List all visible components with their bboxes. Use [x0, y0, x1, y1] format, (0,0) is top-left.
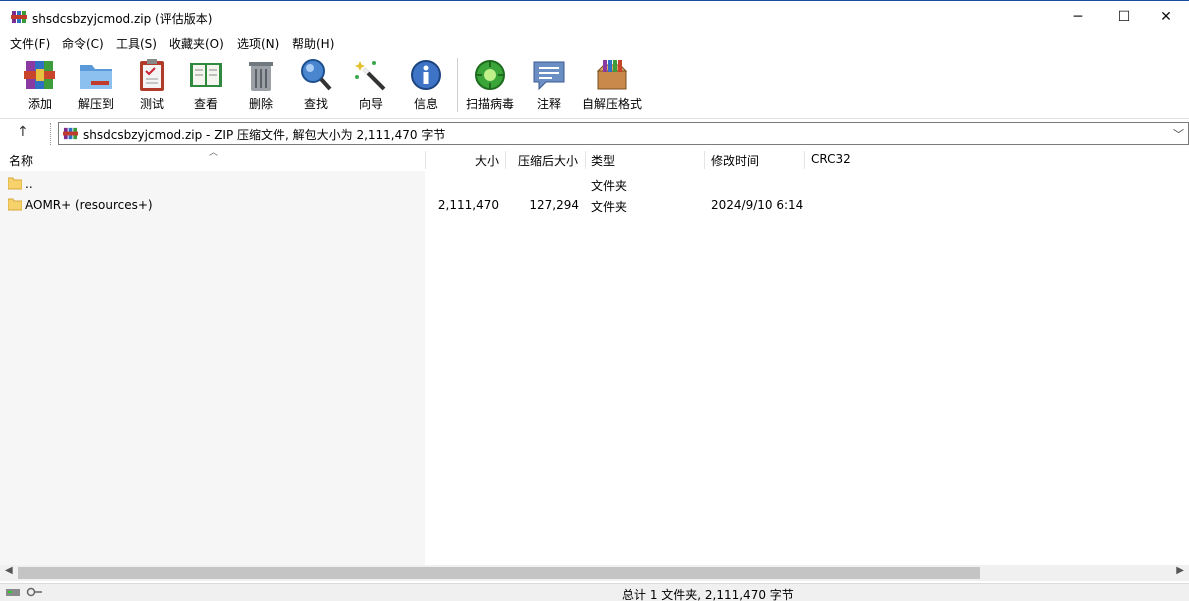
- path-text: shsdcsbzyjcmod.zip - ZIP 压缩文件, 解包大小为 2,1…: [83, 128, 446, 142]
- col-modified[interactable]: 修改时间: [711, 152, 759, 169]
- test-button[interactable]: 测试: [133, 57, 171, 115]
- menu-help[interactable]: 帮助(H): [292, 35, 334, 52]
- comment-icon: [533, 61, 565, 91]
- view-button[interactable]: 查看: [187, 57, 225, 115]
- menu-options[interactable]: 选项(N): [237, 35, 279, 52]
- sfx-button[interactable]: 自解压格式: [582, 57, 642, 115]
- winrar-app-icon: [11, 11, 27, 23]
- toolbar: 添加 解压到 测试 查看 删除 查找 向导 信息 扫描病毒 注释 自解压格式: [0, 53, 1189, 118]
- chevron-down-icon[interactable]: ﹀: [1173, 126, 1184, 142]
- item-modified: 2024/9/10 6:14: [711, 198, 804, 212]
- minimize-button[interactable]: ─: [1055, 1, 1101, 33]
- column-header: ︿ 名称 大小 压缩后大小 类型 修改时间 CRC32: [0, 148, 1189, 171]
- title-bar: shsdcsbzyjcmod.zip (评估版本) ─ ☐ ✕: [0, 0, 1189, 33]
- trash-can-icon: [249, 62, 273, 91]
- folder-icon: [8, 198, 22, 211]
- info-label: 信息: [413, 97, 438, 111]
- menu-bar: 文件(F) 命令(C) 工具(S) 收藏夹(O) 选项(N) 帮助(H): [0, 33, 1189, 53]
- virus-scan-label: 扫描病毒: [466, 97, 515, 111]
- add-label: 添加: [27, 97, 52, 111]
- comment-label: 注释: [536, 97, 561, 111]
- virus-scan-icon: [475, 60, 505, 90]
- item-type: 文件夹: [591, 200, 628, 214]
- folder-extract-icon: [80, 65, 112, 89]
- extract-to-label: 解压到: [77, 97, 114, 111]
- drive-key-icon: [6, 587, 42, 597]
- col-type[interactable]: 类型: [591, 152, 615, 169]
- magnifier-icon: [301, 59, 332, 91]
- comment-button[interactable]: 注释: [530, 57, 568, 115]
- col-size[interactable]: 大小: [475, 152, 499, 169]
- item-type: 文件夹: [591, 179, 628, 193]
- window-title: shsdcsbzyjcmod.zip (评估版本): [32, 12, 213, 26]
- delete-button[interactable]: 删除: [242, 57, 280, 115]
- extract-to-button[interactable]: 解压到: [77, 57, 115, 115]
- wizard-label: 向导: [358, 97, 383, 111]
- list-item-parent[interactable]: .. 文件夹: [0, 173, 1189, 194]
- toolbar-separator: [457, 58, 458, 112]
- path-field[interactable]: shsdcsbzyjcmod.zip - ZIP 压缩文件, 解包大小为 2,1…: [58, 122, 1189, 145]
- item-name: ..: [25, 177, 33, 191]
- find-button[interactable]: 查找: [297, 57, 335, 115]
- test-label: 测试: [139, 97, 164, 111]
- find-label: 查找: [303, 97, 328, 111]
- col-separator[interactable]: [804, 151, 805, 169]
- col-separator[interactable]: [505, 151, 506, 169]
- clipboard-check-icon: [140, 59, 164, 91]
- info-button[interactable]: 信息: [407, 57, 445, 115]
- scroll-right-icon[interactable]: ▶: [1176, 565, 1184, 576]
- name-column-shade: [0, 171, 425, 565]
- maximize-button[interactable]: ☐: [1101, 1, 1147, 33]
- sfx-label: 自解压格式: [582, 97, 643, 111]
- status-summary: 总计 1 文件夹, 2,111,470 字节: [622, 588, 794, 601]
- col-separator[interactable]: [585, 151, 586, 169]
- menu-favorites[interactable]: 收藏夹(O): [169, 35, 224, 52]
- col-packed-size[interactable]: 压缩后大小: [518, 152, 578, 169]
- virus-scan-button[interactable]: 扫描病毒: [466, 57, 514, 115]
- col-separator[interactable]: [425, 151, 426, 169]
- magic-wand-icon: [355, 61, 386, 91]
- menu-commands[interactable]: 命令(C): [62, 35, 104, 52]
- address-separator: [50, 123, 51, 145]
- sfx-box-icon: [596, 60, 628, 90]
- scroll-thumb[interactable]: [18, 567, 980, 579]
- open-book-icon: [190, 63, 222, 87]
- col-crc32[interactable]: CRC32: [811, 152, 851, 166]
- item-name: AOMR+ (resources+): [25, 198, 153, 212]
- up-folder-button[interactable]: ↑: [17, 124, 29, 140]
- add-archive-icon: [24, 61, 55, 89]
- file-list: .. 文件夹 AOMR+ (resources+) 2,111,470 127,…: [0, 171, 1189, 565]
- folder-icon: [8, 177, 22, 190]
- add-button[interactable]: 添加: [21, 57, 59, 115]
- item-packed-size: 127,294: [529, 198, 579, 212]
- info-icon: [411, 60, 441, 90]
- close-button[interactable]: ✕: [1143, 1, 1189, 33]
- address-bar: ↑ shsdcsbzyjcmod.zip - ZIP 压缩文件, 解包大小为 2…: [0, 118, 1189, 148]
- col-name[interactable]: 名称: [9, 152, 33, 169]
- wizard-button[interactable]: 向导: [352, 57, 390, 115]
- archive-icon: [63, 127, 78, 140]
- delete-label: 删除: [248, 97, 273, 111]
- status-bar: 总计 1 文件夹, 2,111,470 字节: [0, 583, 1189, 601]
- view-label: 查看: [193, 97, 218, 111]
- horizontal-scrollbar[interactable]: ◀ ▶: [0, 565, 1189, 581]
- menu-file[interactable]: 文件(F): [10, 35, 50, 52]
- scroll-left-icon[interactable]: ◀: [5, 565, 13, 576]
- menu-tools[interactable]: 工具(S): [116, 35, 157, 52]
- item-size: 2,111,470: [437, 198, 499, 212]
- col-separator[interactable]: [704, 151, 705, 169]
- list-item[interactable]: AOMR+ (resources+) 2,111,470 127,294 文件夹…: [0, 194, 1189, 215]
- sort-up-icon: ︿: [209, 148, 219, 158]
